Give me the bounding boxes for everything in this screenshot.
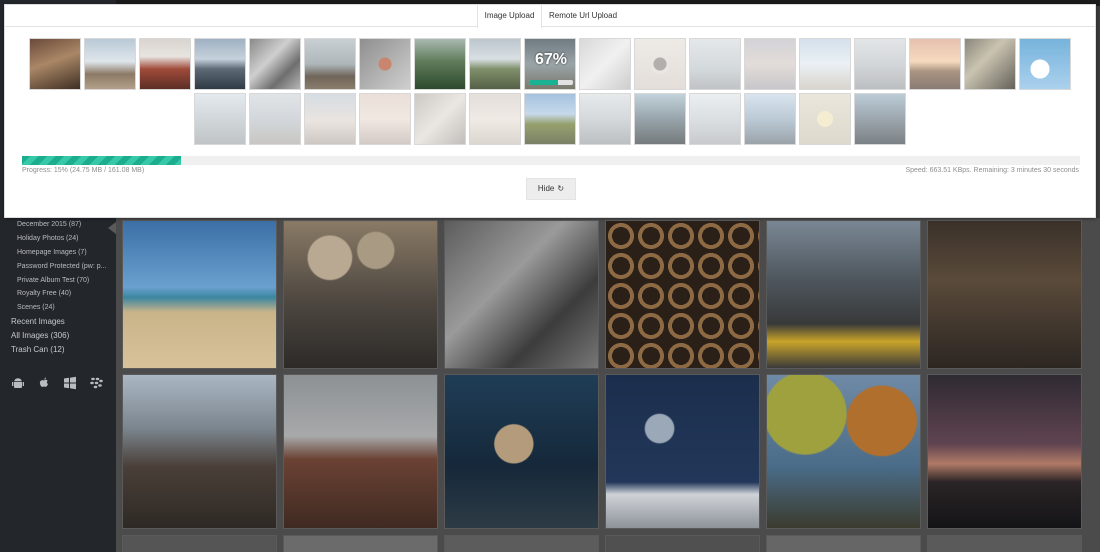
upload-thumb-queued [359, 93, 411, 145]
thumb-progress-fill [529, 80, 559, 85]
sidebar-item-holiday-photos[interactable]: Holiday Photos (24) [17, 235, 78, 242]
upload-thumb-queued [689, 93, 741, 145]
upload-thumb-queued [854, 38, 906, 90]
upload-thumb [304, 38, 356, 90]
upload-thumb [84, 38, 136, 90]
upload-thumb-queued [304, 93, 356, 145]
apple-icon[interactable] [37, 376, 51, 390]
refresh-icon: ↻ [557, 184, 565, 193]
sidebar-item-recent-images[interactable]: Recent Images [11, 317, 65, 326]
upload-thumb [29, 38, 81, 90]
upload-dialog: Image Upload Remote Url Upload 67% Progr… [4, 4, 1096, 218]
hide-button-label: Hide [537, 184, 555, 193]
gallery-tile-fire-escapes[interactable] [122, 374, 277, 529]
speed-text: Speed: 663.51 KBps. Remaining: 3 minutes… [905, 167, 1079, 174]
upload-thumb-queued [744, 38, 796, 90]
upload-thumb [139, 38, 191, 90]
upload-thumb [414, 38, 466, 90]
thumb-progress-bar [529, 80, 573, 85]
upload-thumb-queued [634, 93, 686, 145]
gallery-tile-city-night[interactable] [927, 374, 1082, 529]
upload-thumb-queued [249, 93, 301, 145]
image-gallery [116, 218, 1100, 552]
gallery-tile-taxis[interactable] [766, 220, 921, 369]
platform-icons [11, 376, 103, 390]
sidebar-item-royalty-free[interactable]: Royalty Free (40) [17, 290, 71, 297]
upload-thumb [194, 38, 246, 90]
gallery-tile-hands[interactable] [444, 374, 599, 529]
upload-thumb-queued [799, 38, 851, 90]
upload-thumb-queued [579, 38, 631, 90]
gallery-tile-roof-sky[interactable] [605, 374, 760, 529]
gallery-tile-row3-2[interactable] [283, 535, 438, 552]
upload-thumb-queued [744, 93, 796, 145]
gallery-tile-brick-building[interactable] [283, 374, 438, 529]
sidebar-pointer [108, 222, 116, 234]
upload-tabs: Image Upload Remote Url Upload [5, 5, 1095, 28]
tab-image-upload[interactable]: Image Upload [477, 5, 542, 28]
overall-progress-bar [22, 156, 1080, 165]
upload-thumb [249, 38, 301, 90]
gallery-tile-cafe[interactable] [927, 220, 1082, 369]
gallery-tile-pots[interactable] [283, 220, 438, 369]
sidebar-item-all-images[interactable]: All Images (306) [11, 331, 69, 340]
tab-remote-url-upload[interactable]: Remote Url Upload [546, 5, 620, 27]
sidebar-item-december-2015[interactable]: December 2015 (87) [17, 221, 81, 228]
sidebar-item-homepage-images[interactable]: Homepage Images (7) [17, 249, 87, 256]
overall-progress-fill [22, 156, 181, 165]
sidebar-item-trash-can[interactable]: Trash Can (12) [11, 345, 65, 354]
upload-thumb-queued [414, 93, 466, 145]
upload-thumb-queued [194, 93, 246, 145]
sidebar-item-private-album-test[interactable]: Private Album Test (70) [17, 277, 89, 284]
sidebar-item-scenes[interactable]: Scenes (24) [17, 304, 55, 311]
upload-thumb-queued [1019, 38, 1071, 90]
sidebar-item-password-protected[interactable]: Password Protected (pw: p... [17, 263, 106, 270]
upload-thumb-in-progress: 67% [524, 38, 576, 90]
gallery-tile-pretzel-cart[interactable] [444, 220, 599, 369]
hide-button[interactable]: Hide ↻ [526, 178, 576, 200]
upload-thumb-queued [634, 38, 686, 90]
gallery-tile-row3-5[interactable] [766, 535, 921, 552]
gallery-tile-pattern[interactable] [605, 220, 760, 369]
upload-thumb-queued [469, 93, 521, 145]
progress-text: Progress: 15% (24.75 MB / 161.08 MB) [22, 167, 145, 174]
upload-thumb [469, 38, 521, 90]
windows-icon[interactable] [63, 376, 77, 390]
gallery-tile-row3-6[interactable] [927, 535, 1082, 552]
upload-thumb-queued [689, 38, 741, 90]
upload-thumb [359, 38, 411, 90]
upload-thumb-queued [579, 93, 631, 145]
gallery-tile-tree[interactable] [766, 374, 921, 529]
gallery-tile-row3-1[interactable] [122, 535, 277, 552]
gallery-tile-row3-4[interactable] [605, 535, 760, 552]
upload-percent: 67% [534, 51, 568, 68]
blackberry-icon[interactable] [89, 376, 103, 390]
upload-thumb-queued [799, 93, 851, 145]
upload-thumb-queued [909, 38, 961, 90]
android-icon[interactable] [11, 376, 25, 390]
upload-thumb-queued [524, 93, 576, 145]
gallery-tile-beach[interactable] [122, 220, 277, 369]
gallery-tile-row3-3[interactable] [444, 535, 599, 552]
upload-thumb-queued [854, 93, 906, 145]
upload-thumb-queued [964, 38, 1016, 90]
